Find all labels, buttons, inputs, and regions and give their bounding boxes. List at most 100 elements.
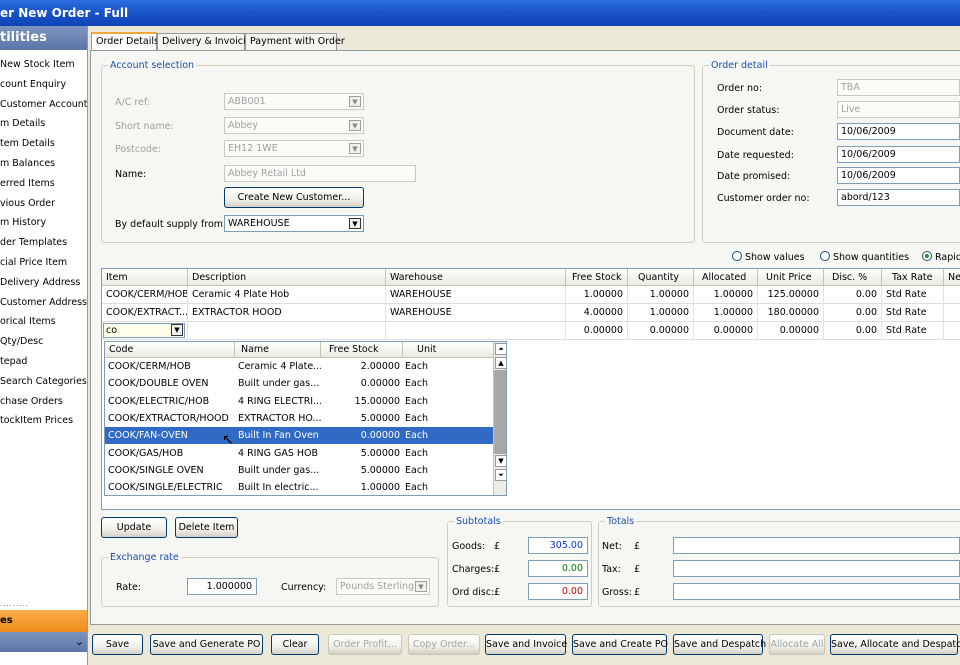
grid-cell[interactable]: WAREHOUSE [386, 304, 566, 322]
grid-header-net[interactable]: Ne [944, 269, 960, 286]
sidebar-item[interactable]: cial Price Item [0, 253, 87, 273]
lookup-row[interactable]: COOK/DOUBLE OVEN Built under gas... 0.0000… [105, 375, 493, 392]
lookup-header-free-stock[interactable]: Free Stock [321, 342, 403, 358]
copy-order-button[interactable]: Copy Order... [408, 634, 480, 655]
grid-cell[interactable]: 0.00 [824, 322, 882, 340]
grid-cell[interactable]: COOK/CERM/HOB [102, 286, 188, 304]
lookup-header-unit[interactable]: Unit [403, 342, 493, 358]
grid-cell[interactable]: Std Rate [882, 286, 944, 304]
sidebar-item[interactable]: Customer Account [0, 95, 87, 115]
grid-cell[interactable] [944, 304, 960, 322]
rate-field[interactable]: 1.000000 [187, 578, 257, 595]
order-discount-field[interactable]: 0.00 [528, 583, 588, 600]
grid-cell[interactable]: 0.00000 [758, 322, 824, 340]
save-and-despatch-button[interactable]: Save and Despatch [673, 634, 766, 655]
sidebar-item[interactable]: count Enquiry [0, 75, 87, 95]
lookup-header-name[interactable]: Name [235, 342, 321, 358]
grid-cell[interactable]: 0.00 [824, 286, 882, 304]
document-date-field[interactable]: 10/06/2009 [837, 123, 960, 140]
lookup-row[interactable]: COOK/CERM/HOB Ceramic 4 Plate... 2.00000 Ea… [105, 358, 493, 375]
chevron-down-icon[interactable]: ▼ [171, 324, 183, 336]
scroll-down-icon[interactable]: ▼ [495, 455, 506, 467]
chevron-down-icon[interactable]: ▼ [349, 218, 361, 229]
lookup-scrollbar[interactable]: ⏶ ▲ ▼ ⏷ [493, 342, 506, 495]
lookup-row[interactable]: COOK/EXTRACTOR/HOOD EXTRACTOR HO... 5.0000… [105, 410, 493, 427]
lookup-row[interactable]: COOK/SINGLE OVEN Built under gas... 5.0000… [105, 462, 493, 479]
lookup-row-selected[interactable]: COOK/FAN-OVEN Built In Fan Oven 0.00000 Eac… [105, 427, 493, 445]
chevron-down-icon[interactable]: ▼ [415, 581, 427, 592]
radio-icon[interactable] [732, 251, 742, 261]
ac-ref-combo[interactable]: ABB001 ▼ [224, 93, 364, 110]
grid-cell[interactable]: Std Rate [882, 304, 944, 322]
grid-header-tax-rate[interactable]: Tax Rate [882, 269, 944, 286]
sidebar-section-tab[interactable]: es [0, 610, 87, 632]
radio-icon[interactable] [820, 251, 830, 261]
tab-payment-with-order[interactable]: Payment with Order [245, 33, 345, 50]
sidebar-item[interactable]: erred Items [0, 174, 87, 194]
grid-cell[interactable]: Ceramic 4 Plate Hob [188, 286, 386, 304]
tab-order-details[interactable]: Order Details [91, 32, 159, 51]
grid-cell[interactable] [188, 322, 386, 340]
sidebar-item[interactable]: m Details [0, 114, 87, 134]
item-lookup-dropdown[interactable]: Code Name Free Stock Unit COOK/CERM/HOB C… [104, 341, 507, 496]
grid-cell[interactable]: 1.00000 [628, 304, 694, 322]
grid-cell[interactable]: 1.00000 [628, 286, 694, 304]
grid-header-allocated[interactable]: Allocated [694, 269, 758, 286]
create-new-customer-button[interactable]: Create New Customer... [224, 187, 364, 208]
sidebar-item[interactable]: der Templates [0, 233, 87, 253]
grid-header-item[interactable]: Item [102, 269, 188, 286]
grid-header-disc[interactable]: Disc. % [824, 269, 882, 286]
short-name-combo[interactable]: Abbey ▼ [224, 117, 364, 134]
name-field[interactable]: Abbey Retail Ltd [224, 165, 416, 182]
grid-header-quantity[interactable]: Quantity [628, 269, 694, 286]
chevron-down-icon[interactable]: ⌄ [75, 635, 84, 648]
date-requested-field[interactable]: 10/06/2009 [837, 146, 960, 163]
item-code-edit[interactable]: co ▼ [102, 322, 188, 340]
sidebar-item[interactable]: tepad [0, 352, 87, 372]
grid-cell[interactable]: 4.00000 [566, 304, 628, 322]
radio-show-quantities[interactable]: Show quantities [820, 251, 909, 263]
grid-header-unit-price[interactable]: Unit Price [758, 269, 824, 286]
scroll-top-icon[interactable]: ⏶ [495, 343, 506, 355]
lookup-header-code[interactable]: Code [105, 342, 235, 358]
tab-delivery-invoicing[interactable]: Delivery & Invoicing [157, 33, 258, 50]
grid-cell[interactable]: Std Rate [882, 322, 944, 340]
grid-header-description[interactable]: Description [188, 269, 386, 286]
save-allocate-and-despatch-button[interactable]: Save, Allocate and Despatch [830, 634, 960, 655]
customer-order-no-field[interactable]: abord/123 [837, 189, 960, 206]
sidebar-item[interactable]: Customer Address [0, 293, 87, 313]
radio-selected-icon[interactable] [922, 251, 932, 261]
sidebar-splitter[interactable]: ········· [0, 602, 87, 610]
grid-cell[interactable]: 1.00000 [694, 304, 758, 322]
save-button[interactable]: Save [92, 634, 143, 655]
currency-combo[interactable]: Pounds Sterling ▼ [336, 578, 430, 595]
grid-cell[interactable]: 125.00000 [758, 286, 824, 304]
grid-cell[interactable]: 0.00 [824, 304, 882, 322]
grid-cell[interactable]: COOK/EXTRACT... [102, 304, 188, 322]
grid-cell[interactable]: 0.00000 [566, 322, 628, 340]
grid-cell[interactable]: WAREHOUSE [386, 286, 566, 304]
scroll-thumb[interactable] [494, 370, 506, 454]
grid-cell[interactable]: 1.00000 [694, 286, 758, 304]
scroll-bottom-icon[interactable]: ⏷ [495, 469, 506, 481]
grid-row[interactable]: COOK/EXTRACT... EXTRACTOR HOOD WAREHOUSE 4.… [102, 304, 960, 322]
grid-cell[interactable]: 1.00000 [566, 286, 628, 304]
radio-show-values[interactable]: Show values [732, 251, 805, 263]
radio-rapid[interactable]: Rapid [922, 251, 960, 263]
charges-field[interactable]: 0.00 [528, 560, 588, 577]
item-code-input[interactable]: co ▼ [103, 323, 185, 338]
sidebar-item[interactable]: Search Categories [0, 372, 87, 392]
sidebar-item[interactable]: orical Items [0, 312, 87, 332]
sidebar-item[interactable]: tem Details [0, 134, 87, 154]
grid-cell[interactable] [944, 322, 960, 340]
sidebar-item[interactable]: m Balances [0, 154, 87, 174]
scroll-up-icon[interactable]: ▲ [495, 357, 506, 369]
date-promised-field[interactable]: 10/06/2009 [837, 167, 960, 184]
allocate-all-button[interactable]: Allocate All [769, 634, 825, 655]
chevron-down-icon[interactable]: ▼ [349, 120, 361, 131]
order-profit-button[interactable]: Order Profit... [328, 634, 402, 655]
sidebar-item[interactable]: Delivery Address [0, 273, 87, 293]
sidebar-item[interactable]: tockItem Prices [0, 411, 87, 431]
grid-cell[interactable]: 0.00000 [694, 322, 758, 340]
sidebar-item[interactable]: Qty/Desc [0, 332, 87, 352]
